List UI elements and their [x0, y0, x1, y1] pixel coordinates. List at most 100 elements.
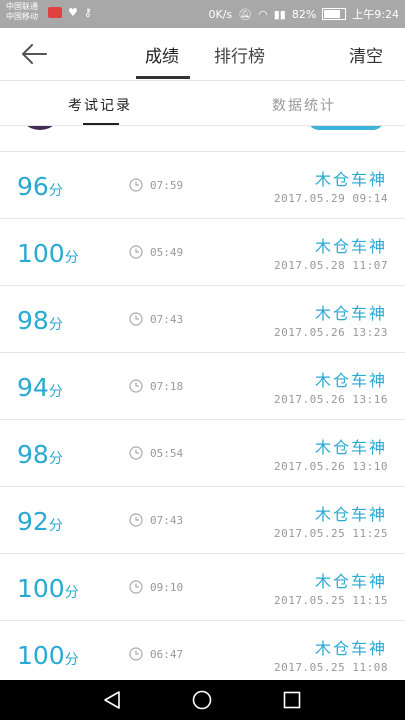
- exam-records-list: 96分 07:59 木仓车神 2017.05.29 09:14 100分 05:…: [0, 152, 405, 688]
- table-row[interactable]: 94分 07:18 木仓车神 2017.05.26 13:16: [0, 353, 405, 420]
- score: 98分: [17, 306, 63, 335]
- score-value: 98: [17, 440, 49, 469]
- score-value: 98: [17, 306, 49, 335]
- clock-icon: [129, 312, 143, 326]
- clear-button[interactable]: 清空: [349, 42, 383, 67]
- table-row[interactable]: 98分 05:54 木仓车神 2017.05.26 13:10: [0, 420, 405, 487]
- signal-icon: ▮▮: [273, 7, 286, 21]
- table-row[interactable]: 92分 07:43 木仓车神 2017.05.25 11:25: [0, 487, 405, 554]
- user-name: 木仓车神: [314, 304, 387, 323]
- table-row[interactable]: 98分 07:43 木仓车神 2017.05.26 13:23: [0, 286, 405, 353]
- score-value: 100: [17, 641, 65, 670]
- score-unit: 分: [48, 384, 63, 400]
- clock-icon: [129, 580, 143, 594]
- back-button[interactable]: [16, 36, 52, 72]
- battery-percent: 82%: [291, 7, 317, 21]
- table-row[interactable]: 100分 05:49 木仓车神 2017.05.28 11:07: [0, 219, 405, 286]
- clock-icon: [129, 647, 143, 661]
- exam-duration: 07:43: [150, 313, 184, 326]
- score: 96分: [17, 172, 63, 201]
- score-unit: 分: [64, 652, 79, 668]
- user-name: 木仓车神: [314, 438, 387, 457]
- mute-icon: 🔕︎: [238, 7, 253, 21]
- battery-icon: [322, 8, 347, 20]
- tab-exam-records[interactable]: 考试记录: [68, 95, 132, 115]
- exam-duration: 07:18: [150, 380, 184, 393]
- system-nav-bar: [0, 680, 405, 720]
- score-value: 100: [17, 574, 65, 603]
- score-unit: 分: [48, 317, 63, 333]
- active-tab-indicator: [136, 76, 190, 79]
- exam-date: 2017.05.26 13:23: [274, 326, 388, 339]
- score: 100分: [17, 641, 79, 670]
- exam-date: 2017.05.26 13:10: [274, 460, 388, 473]
- notification-icons: ♥ ⚷: [48, 6, 92, 19]
- tab-scores[interactable]: 成绩: [145, 42, 179, 67]
- score-unit: 分: [48, 183, 63, 199]
- exam-date: 2017.05.28 11:07: [274, 259, 388, 272]
- score-unit: 分: [48, 518, 63, 534]
- network-speed: 0K/s: [208, 7, 233, 21]
- carrier-2: 中国移动: [6, 12, 38, 21]
- user-name: 木仓车神: [314, 170, 387, 189]
- tab-statistics[interactable]: 数据统计: [272, 95, 336, 115]
- app-header: 成绩 排行榜 清空: [0, 28, 405, 80]
- score-unit: 分: [64, 585, 79, 601]
- status-bar: 中国联通 中国移动 ♥ ⚷ 0K/s 🔕︎ ◠ ▮▮ 82% 上午9:24: [0, 0, 405, 28]
- nav-recents-button[interactable]: [280, 688, 304, 712]
- user-name: 木仓车神: [314, 572, 387, 591]
- carrier-1: 中国联通: [6, 2, 38, 11]
- status-right: 0K/s 🔕︎ ◠ ▮▮ 82% 上午9:24: [209, 6, 400, 22]
- clock-icon: [129, 178, 143, 192]
- score: 98分: [17, 440, 63, 469]
- exam-date: 2017.05.25 11:25: [274, 527, 388, 540]
- profile-header-partial: [0, 126, 405, 152]
- exam-duration: 05:49: [150, 246, 184, 259]
- avatar: [18, 126, 62, 130]
- user-name: 木仓车神: [314, 237, 387, 256]
- score-value: 100: [17, 239, 65, 268]
- exam-duration: 06:47: [150, 648, 184, 661]
- square-recents-icon: [283, 691, 301, 709]
- carrier-info: 中国联通 中国移动: [6, 2, 38, 22]
- key-icon: ⚷: [83, 6, 92, 19]
- profile-action-button[interactable]: [308, 126, 384, 130]
- heart-icon: ♥: [68, 6, 78, 19]
- clock-time: 上午9:24: [352, 8, 399, 21]
- exam-duration: 05:54: [150, 447, 184, 460]
- exam-date: 2017.05.25 11:08: [274, 661, 388, 674]
- tab-ranking[interactable]: 排行榜: [214, 42, 265, 67]
- clock-icon: [129, 245, 143, 259]
- triangle-back-icon: [104, 691, 120, 709]
- arrow-left-icon: [22, 44, 47, 64]
- user-name: 木仓车神: [314, 505, 387, 524]
- table-row[interactable]: 100分 06:47 木仓车神 2017.05.25 11:08: [0, 621, 405, 688]
- nav-home-button[interactable]: [190, 688, 214, 712]
- exam-date: 2017.05.29 09:14: [274, 192, 388, 205]
- exam-duration: 07:59: [150, 179, 184, 192]
- table-row[interactable]: 100分 09:10 木仓车神 2017.05.25 11:15: [0, 554, 405, 621]
- score-value: 94: [17, 373, 49, 402]
- user-name: 木仓车神: [314, 639, 387, 658]
- score-unit: 分: [48, 451, 63, 467]
- user-name: 木仓车神: [314, 371, 387, 390]
- score: 100分: [17, 574, 79, 603]
- score: 94分: [17, 373, 63, 402]
- sub-tabs: 考试记录 数据统计: [0, 81, 405, 125]
- exam-duration: 09:10: [150, 581, 184, 594]
- wifi-icon: ◠: [258, 7, 268, 21]
- clock-icon: [129, 379, 143, 393]
- score-value: 92: [17, 507, 49, 536]
- score: 100分: [17, 239, 79, 268]
- exam-date: 2017.05.25 11:15: [274, 594, 388, 607]
- score-unit: 分: [64, 250, 79, 266]
- app-notification-icon: [48, 7, 62, 18]
- nav-back-button[interactable]: [100, 688, 124, 712]
- exam-date: 2017.05.26 13:16: [274, 393, 388, 406]
- table-row[interactable]: 96分 07:59 木仓车神 2017.05.29 09:14: [0, 152, 405, 219]
- circle-home-icon: [192, 690, 212, 710]
- clock-icon: [129, 513, 143, 527]
- exam-duration: 07:43: [150, 514, 184, 527]
- score: 92分: [17, 507, 63, 536]
- clock-icon: [129, 446, 143, 460]
